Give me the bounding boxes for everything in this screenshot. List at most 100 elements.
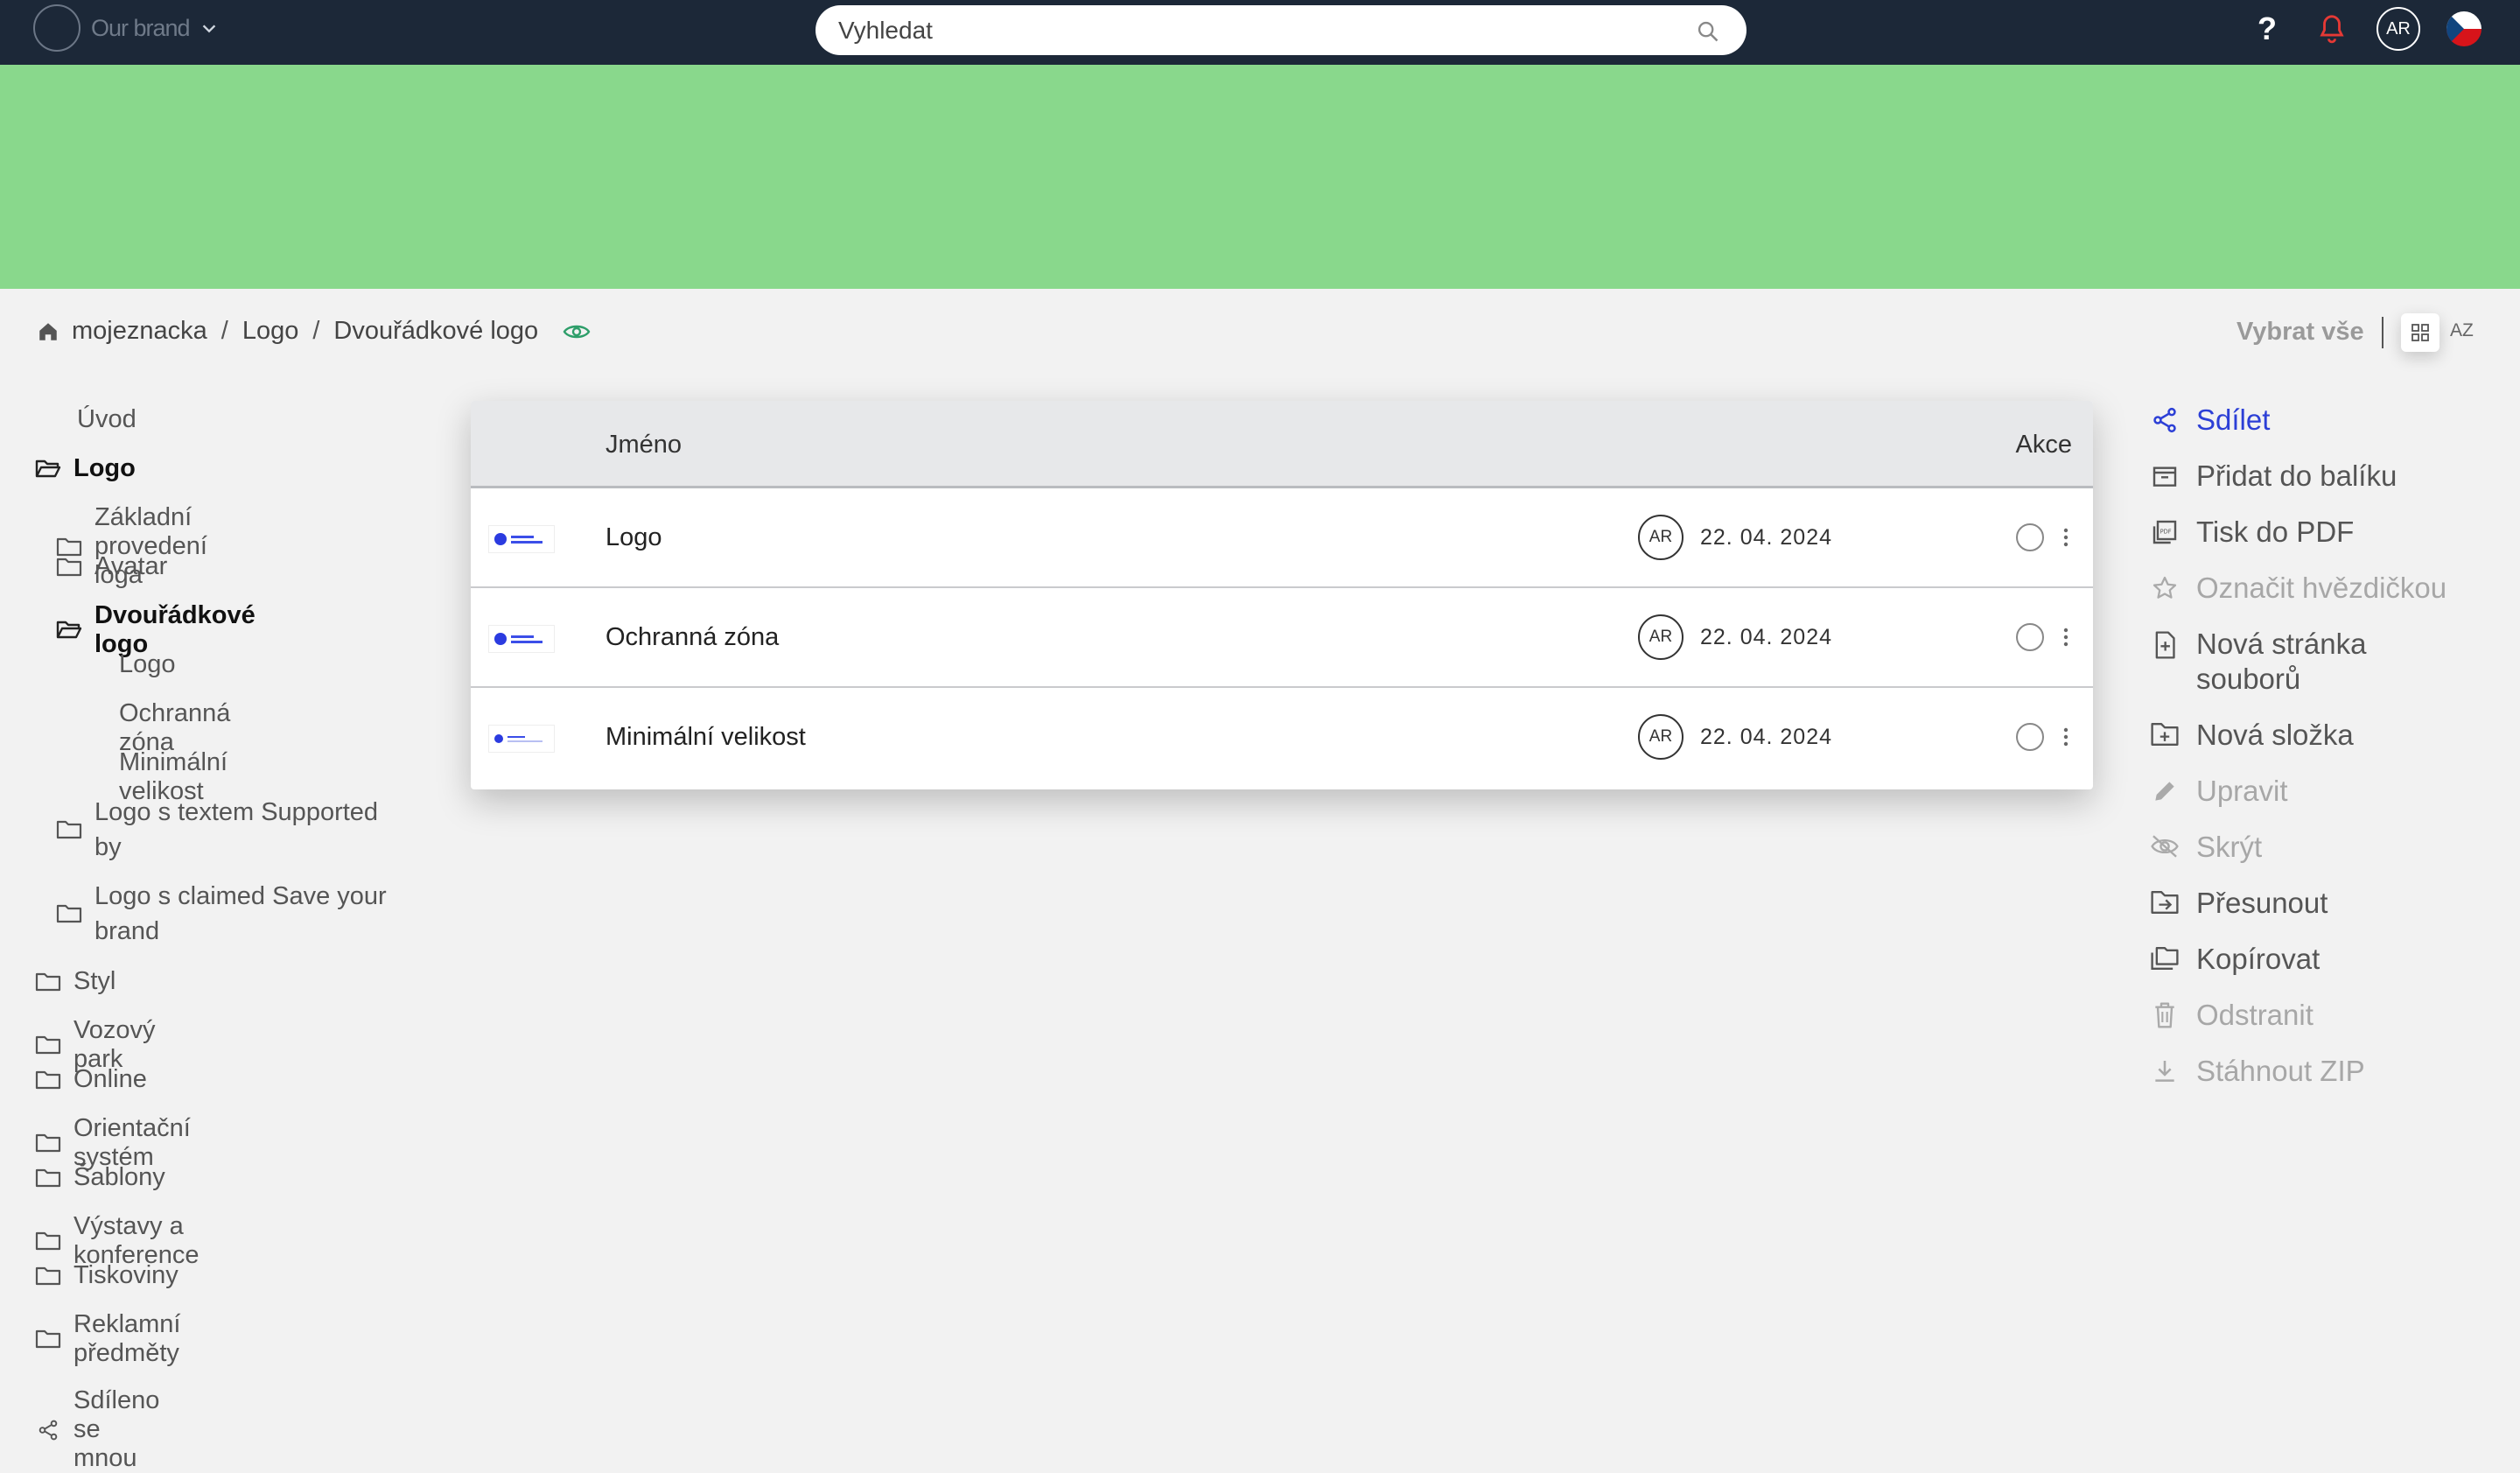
table-header: Jméno Akce (471, 401, 2093, 488)
row-select-checkbox[interactable] (2016, 623, 2044, 651)
row-select-checkbox[interactable] (2016, 523, 2044, 551)
column-header-name[interactable]: Jméno (606, 431, 682, 459)
folder-icon (56, 903, 82, 924)
folder-icon (35, 1266, 61, 1287)
file-name[interactable]: Ochranná zóna (606, 623, 779, 652)
sidebar-item-label: Logo s textem Supported by (94, 798, 379, 861)
add-to-package-action[interactable]: Přidat do balíku (2149, 459, 2397, 494)
more-vertical-icon[interactable] (2062, 522, 2070, 553)
file-thumbnail (488, 625, 555, 653)
grid-view-button[interactable] (2401, 313, 2440, 352)
download-zip-action[interactable]: Stáhnout ZIP (2149, 1054, 2365, 1089)
sidebar-item-label: Online (74, 1065, 147, 1093)
action-label: Upravit (2196, 775, 2288, 807)
action-label: Nová složka (2196, 719, 2354, 751)
action-label: Přidat do balíku (2196, 459, 2398, 492)
home-icon[interactable] (37, 320, 60, 343)
share-icon (35, 1419, 61, 1441)
folder-icon (56, 557, 82, 578)
pencil-icon (2149, 777, 2180, 805)
sidebar-item-styl[interactable]: Styl (35, 967, 116, 996)
print-pdf-action[interactable]: PDF Tisk do PDF (2149, 515, 2354, 550)
sidebar-item-avatar[interactable]: Avatar (56, 552, 167, 581)
edit-action[interactable]: Upravit (2149, 774, 2288, 809)
action-label: Kopírovat (2196, 943, 2320, 975)
sidebar-item-label: Šablony (74, 1163, 165, 1191)
author-avatar: AR (1638, 515, 1684, 560)
star-action[interactable]: Označit hvězdičkou (2149, 571, 2446, 606)
sidebar-item-label: Logo (74, 454, 136, 482)
table-row[interactable]: Logo AR 22. 04. 2024 (471, 488, 2093, 588)
share-action[interactable]: Sdílet (2149, 403, 2270, 438)
file-name[interactable]: Logo (606, 523, 662, 552)
file-name[interactable]: Minimální velikost (606, 723, 806, 752)
brand-logo-mark (33, 4, 80, 52)
more-vertical-icon[interactable] (2062, 721, 2070, 753)
sidebar-item-sablony[interactable]: Šablony (35, 1163, 165, 1192)
sidebar-item-logo-supported-by[interactable]: Logo s textem Supported by (56, 795, 401, 865)
folder-icon (35, 1329, 61, 1350)
toolbar-divider (2382, 317, 2384, 348)
svg-text:PDF: PDF (2160, 528, 2172, 535)
breadcrumb-item[interactable]: mojeznacka (72, 317, 207, 346)
star-icon (2149, 574, 2180, 602)
folder-icon (35, 1133, 61, 1154)
new-file-page-icon (2149, 630, 2180, 660)
move-action[interactable]: Přesunout (2149, 886, 2328, 921)
sidebar-item-logo[interactable]: Logo (35, 454, 136, 483)
sidebar-item-label: Avatar (94, 552, 168, 580)
action-label: Tisk do PDF (2196, 516, 2355, 548)
brand-logo[interactable]: Our brand (33, 4, 191, 52)
table-row[interactable]: Minimální velikost AR 22. 04. 2024 (471, 688, 2093, 788)
sidebar-item-label: Styl (74, 967, 116, 995)
sidebar-item-uvod[interactable]: Úvod (77, 405, 136, 434)
action-label: Skrýt (2196, 831, 2263, 863)
new-folder-action[interactable]: Nová složka (2149, 718, 2354, 753)
sort-az-button[interactable]: AZ (2450, 320, 2474, 341)
sidebar-item-logo-page[interactable]: Logo (119, 650, 176, 679)
czech-flag-icon[interactable] (2446, 11, 2482, 46)
new-file-page-action[interactable]: Nová stránka souborů (2149, 627, 2424, 697)
search-icon[interactable] (1696, 19, 1720, 44)
action-label: Sdílet (2196, 403, 2271, 436)
sidebar-item-label: Úvod (77, 405, 136, 433)
help-button[interactable]: ? (2258, 11, 2277, 47)
move-icon (2149, 889, 2180, 915)
more-vertical-icon[interactable] (2062, 621, 2070, 653)
delete-action[interactable]: Odstranit (2149, 998, 2314, 1033)
chevron-down-icon[interactable] (200, 19, 219, 39)
sidebar-item-reklamni-predmety[interactable]: Reklamní předměty (35, 1310, 181, 1368)
sidebar-item-online[interactable]: Online (35, 1065, 147, 1094)
bell-icon[interactable] (2317, 12, 2347, 46)
action-label: Stáhnout ZIP (2196, 1055, 2365, 1087)
folder-icon (35, 1070, 61, 1091)
user-avatar[interactable]: AR (2376, 7, 2420, 51)
breadcrumb-current: Dvouřádkové logo (333, 317, 539, 345)
breadcrumb-separator: / (312, 317, 320, 345)
sidebar-item-tiskoviny[interactable]: Tiskoviny (35, 1261, 178, 1290)
grid-icon (2412, 324, 2429, 341)
table-row[interactable]: Ochranná zóna AR 22. 04. 2024 (471, 588, 2093, 688)
copy-action[interactable]: Kopírovat (2149, 942, 2320, 977)
banner (0, 65, 2520, 289)
action-label: Přesunout (2196, 887, 2328, 919)
folder-icon (56, 819, 82, 840)
action-label: Nová stránka souborů (2196, 628, 2367, 695)
author-avatar: AR (1638, 614, 1684, 660)
select-all-button[interactable]: Vybrat vše (2236, 318, 2364, 347)
breadcrumb-item[interactable]: Logo (242, 317, 299, 346)
eye-icon[interactable] (563, 322, 591, 341)
folder-icon (35, 1231, 61, 1252)
sidebar-item-sdileno-se-mnou[interactable]: Sdíleno se mnou (35, 1386, 159, 1473)
search-input[interactable] (838, 5, 1626, 55)
sidebar-item-label: Sdíleno se mnou (74, 1386, 160, 1472)
sidebar-item-logo-claimed[interactable]: Logo s claimed Save your brand (56, 879, 401, 949)
share-icon (2149, 406, 2180, 434)
download-icon (2149, 1057, 2180, 1085)
row-select-checkbox[interactable] (2016, 723, 2044, 751)
file-date: 22. 04. 2024 (1700, 725, 1833, 749)
sidebar-item-label: Logo (119, 650, 176, 678)
hide-action[interactable]: Skrýt (2149, 830, 2262, 865)
author-avatar: AR (1638, 714, 1684, 760)
brand-name: Our brand (91, 14, 191, 41)
